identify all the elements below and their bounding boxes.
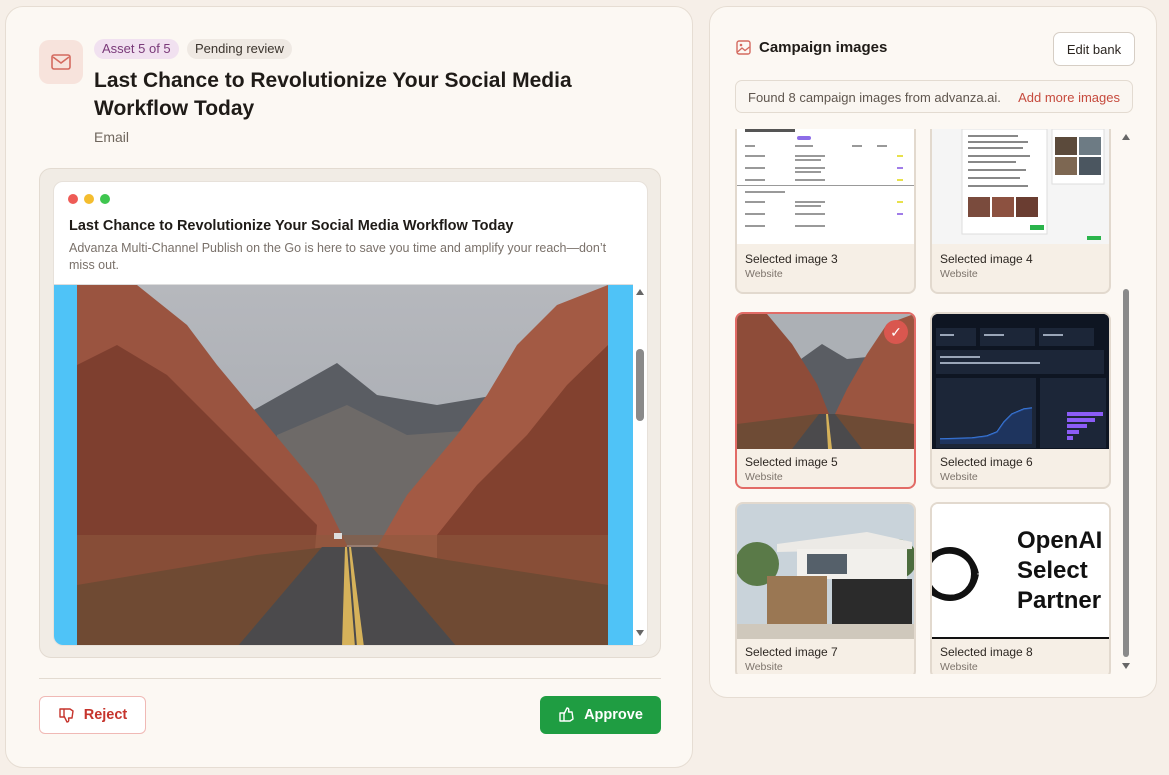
email-icon <box>39 40 83 84</box>
reject-button[interactable]: Reject <box>39 696 146 734</box>
asset-channel: Email <box>94 129 130 145</box>
image-tile[interactable]: Selected image 6 Website <box>930 312 1111 489</box>
campaign-images-panel: Campaign images Edit bank Found 8 campai… <box>709 6 1157 698</box>
asset-review-panel: Asset 5 of 5 Pending review Last Chance … <box>5 6 693 768</box>
thumbnail-dashboard <box>932 314 1109 449</box>
image-tile[interactable]: Selected image 4 Website <box>930 129 1111 294</box>
image-source: Website <box>745 268 783 280</box>
image-label: Selected image 8 <box>940 645 1033 659</box>
logo-text-line: Select <box>1017 557 1088 584</box>
image-source: Website <box>940 268 978 280</box>
email-preview-frame: Last Chance to Revolutionize Your Social… <box>39 168 661 658</box>
image-source: Website <box>745 661 783 673</box>
close-dot-icon <box>68 194 78 204</box>
image-label: Selected image 3 <box>745 252 838 266</box>
image-source: Website <box>940 661 978 673</box>
email-subject: Last Chance to Revolutionize Your Social… <box>69 218 514 234</box>
thumbs-up-icon <box>559 707 574 722</box>
image-icon <box>736 40 751 55</box>
window-controls <box>68 194 110 204</box>
add-more-images-link[interactable]: Add more images <box>1018 90 1120 105</box>
image-source: Website <box>940 471 978 483</box>
asset-title: Last Chance to Revolutionize Your Social… <box>94 69 572 120</box>
found-images-bar: Found 8 campaign images from advanza.ai.… <box>735 80 1133 113</box>
thumbnail-openai-logo: OpenAI Select Partner <box>932 504 1109 639</box>
preview-scrollbar[interactable] <box>633 284 647 645</box>
gallery-scrollbar[interactable] <box>1120 131 1132 671</box>
found-images-text: Found 8 campaign images from advanza.ai. <box>748 90 1001 105</box>
image-label: Selected image 4 <box>940 252 1033 266</box>
image-label: Selected image 7 <box>745 645 838 659</box>
image-tile[interactable]: OpenAI Select Partner Selected image 8 W… <box>930 502 1111 674</box>
thumbnail-table-screenshot <box>737 129 914 244</box>
hero-image <box>77 285 608 645</box>
minimize-dot-icon <box>84 194 94 204</box>
image-tile[interactable]: Selected image 3 Website <box>735 129 916 294</box>
thumbnail-app-screenshot <box>932 129 1109 244</box>
maximize-dot-icon <box>100 194 110 204</box>
status-badge: Pending review <box>187 39 292 59</box>
thumbs-down-icon <box>59 708 74 723</box>
divider <box>39 678 661 679</box>
logo-text-line: Partner <box>1017 587 1102 614</box>
asset-counter-badge: Asset 5 of 5 <box>94 39 179 59</box>
approve-button[interactable]: Approve <box>540 696 661 734</box>
email-hero <box>54 284 633 645</box>
campaign-images-title: Campaign images <box>759 39 888 56</box>
approve-label: Approve <box>584 707 643 723</box>
email-preview-text: Advanza Multi-Channel Publish on the Go … <box>69 241 607 272</box>
image-tile[interactable]: Selected image 7 Website <box>735 502 916 674</box>
campaign-images-header: Campaign images <box>736 39 887 56</box>
image-source: Website <box>745 471 783 483</box>
image-tile-selected[interactable]: ✓ Selected image 5 Website <box>735 312 916 489</box>
image-gallery: Selected image 3 Website Selected image … <box>735 129 1115 674</box>
reject-label: Reject <box>83 707 128 723</box>
selected-check-icon: ✓ <box>884 320 908 344</box>
logo-text-line: OpenAI <box>1017 527 1103 554</box>
image-label: Selected image 5 <box>745 455 838 469</box>
email-preview-card: Last Chance to Revolutionize Your Social… <box>53 181 648 646</box>
thumbnail-house <box>737 504 914 639</box>
image-label: Selected image 6 <box>940 455 1033 469</box>
edit-bank-button[interactable]: Edit bank <box>1053 32 1135 66</box>
